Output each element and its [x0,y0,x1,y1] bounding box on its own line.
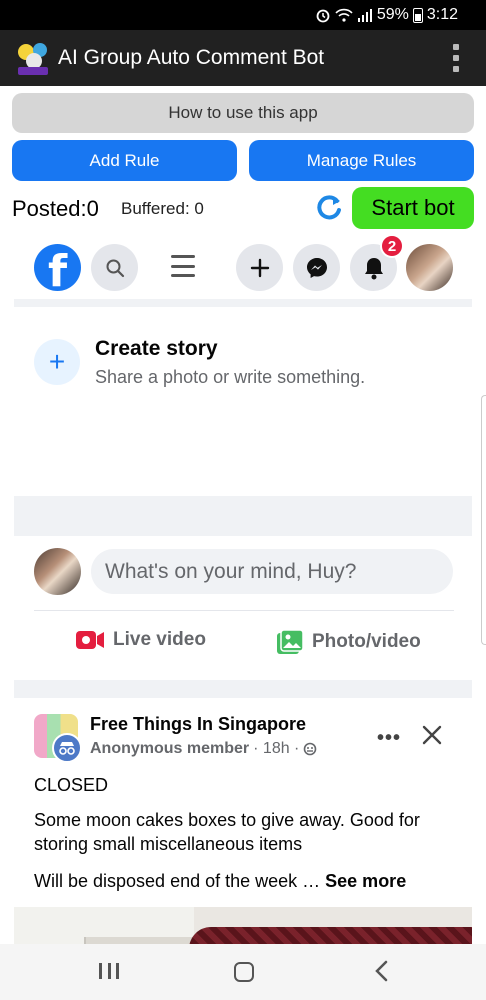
main-content: How to use this app Add Rule Manage Rule… [0,86,486,944]
post-text-line: CLOSED [34,775,109,795]
plus-icon [250,258,269,277]
divider [14,496,472,536]
post-composer-input[interactable]: What's on your mind, Huy? [91,549,453,594]
post-group-name[interactable]: Free Things In Singapore [90,714,306,735]
buffered-counter: Buffered: 0 [121,199,204,218]
facebook-webview: f 2 + Create story Share a photo or writ… [14,233,472,944]
facebook-logo[interactable]: f [34,244,81,297]
refresh-icon[interactable] [313,192,345,224]
close-icon[interactable] [420,723,444,747]
post-text-line: Will be disposed end of the week … See m… [34,869,406,893]
post-image[interactable] [14,907,472,944]
alarm-icon [316,9,330,23]
manage-rules-button[interactable]: Manage Rules [249,140,474,181]
status-icons [315,7,373,23]
post-more-options-icon[interactable]: ••• [377,727,401,750]
home-icon[interactable] [234,962,254,982]
anonymous-member-icon [52,733,82,763]
composer-avatar[interactable] [34,548,81,595]
app-bar: AI Group Auto Comment Bot [0,30,486,86]
battery-icon [412,7,423,23]
overflow-menu-icon[interactable] [452,44,460,72]
how-to-use-button[interactable]: How to use this app [12,93,474,133]
fb-search-button[interactable] [91,244,138,291]
post-meta: Anonymous member · 18h · [90,740,317,758]
messenger-icon [306,257,327,278]
live-video-icon [76,631,104,649]
post-text-line: Some moon cakes boxes to give away. Good… [34,810,420,854]
see-more-link[interactable]: See more [325,871,406,891]
post-text-line3: Will be disposed end of the week … [34,871,326,891]
back-icon[interactable] [372,960,392,982]
photo-icon [277,629,304,654]
fb-create-button[interactable] [236,244,283,291]
signal-icon [357,9,372,22]
app-logo [14,39,52,77]
live-video-label: Live video [113,629,206,650]
system-nav-bar [0,944,486,1000]
clock: 3:12 [426,6,458,23]
create-story-subtitle: Share a photo or write something. [95,367,366,387]
wifi-icon [335,8,353,22]
hamburger-menu-icon[interactable] [171,255,195,277]
fb-messenger-button[interactable] [293,244,340,291]
photo-video-button[interactable]: Photo/video [276,629,421,655]
recent-apps-icon[interactable] [99,963,119,979]
facebook-nav-bar: f 2 [14,233,472,299]
start-bot-button[interactable]: Start bot [352,187,474,229]
create-story-plus-icon[interactable]: + [34,339,80,385]
divider [14,680,472,698]
divider [34,610,454,611]
live-video-button[interactable]: Live video [75,629,206,651]
bell-icon [364,257,383,279]
create-story-title[interactable]: Create story [95,337,218,361]
audience-icon [304,742,317,756]
posted-counter: Posted:0 [12,196,99,221]
app-title: AI Group Auto Comment Bot [58,46,325,69]
add-rule-button[interactable]: Add Rule [12,140,237,181]
post-author[interactable]: Anonymous member [90,740,249,758]
photo-video-label: Photo/video [312,631,421,652]
post-time[interactable]: · 18h · [253,740,299,758]
scrollbar[interactable] [481,395,486,645]
profile-avatar[interactable] [406,244,453,291]
battery-percent: 59% [376,6,409,23]
status-bar: 59% 3:12 [0,0,486,30]
divider [14,299,472,307]
search-icon [106,259,124,277]
notification-badge: 2 [380,234,404,258]
